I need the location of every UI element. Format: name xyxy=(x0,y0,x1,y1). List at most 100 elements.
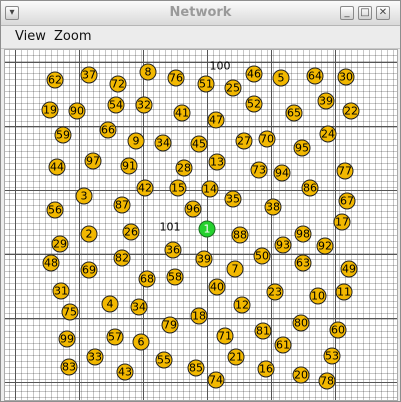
network-node[interactable]: 14 xyxy=(201,180,219,198)
network-node[interactable]: 45 xyxy=(190,135,208,153)
network-node[interactable]: 40 xyxy=(208,278,226,296)
network-node[interactable]: 19 xyxy=(41,101,59,119)
network-node[interactable]: 52 xyxy=(245,95,263,113)
network-node[interactable]: 35 xyxy=(224,190,242,208)
network-node[interactable]: 16 xyxy=(257,360,275,378)
network-node[interactable]: 49 xyxy=(340,260,358,278)
network-node[interactable]: 65 xyxy=(285,104,303,122)
network-node[interactable]: 39 xyxy=(317,92,335,110)
network-node[interactable]: 32 xyxy=(135,96,153,114)
network-node[interactable]: 5 xyxy=(272,69,290,87)
network-node[interactable]: 6 xyxy=(132,333,150,351)
network-node[interactable]: 50 xyxy=(253,247,271,265)
network-node[interactable]: 69 xyxy=(80,261,98,279)
network-node[interactable]: 81 xyxy=(254,322,272,340)
network-node[interactable]: 20 xyxy=(292,366,310,384)
network-node[interactable]: 34 xyxy=(154,134,172,152)
network-node[interactable]: 27 xyxy=(235,132,253,150)
network-node[interactable]: 46 xyxy=(245,65,263,83)
network-node[interactable]: 61 xyxy=(274,336,292,354)
network-node[interactable]: 48 xyxy=(42,254,60,272)
network-node[interactable]: 33 xyxy=(86,348,104,366)
network-node[interactable]: 62 xyxy=(46,71,64,89)
network-node[interactable]: 44 xyxy=(48,158,66,176)
network-node[interactable]: 31 xyxy=(52,282,70,300)
network-node[interactable]: 41 xyxy=(173,104,191,122)
network-node[interactable]: 99 xyxy=(58,330,76,348)
network-node[interactable]: 74 xyxy=(207,371,225,389)
network-node[interactable]: 9 xyxy=(127,132,145,150)
network-node[interactable]: 97 xyxy=(84,152,102,170)
network-node[interactable]: 59 xyxy=(54,126,72,144)
network-node[interactable]: 21 xyxy=(227,348,245,366)
network-node[interactable]: 93 xyxy=(274,236,292,254)
network-node[interactable]: 71 xyxy=(216,327,234,345)
network-node[interactable]: 70 xyxy=(258,130,276,148)
network-node[interactable]: 53 xyxy=(323,347,341,365)
network-node[interactable]: 55 xyxy=(155,351,173,369)
network-node[interactable]: 51 xyxy=(197,75,215,93)
menu-zoom[interactable]: Zoom xyxy=(54,29,91,44)
network-node[interactable]: 90 xyxy=(68,102,86,120)
network-node[interactable]: 39 xyxy=(195,250,213,268)
network-node[interactable]: 86 xyxy=(301,179,319,197)
network-canvas[interactable]: 100 62 37 72 8 76 51 25 46 5 64 30 19 90 54 32 41 52 65 39 2… xyxy=(4,49,398,401)
network-node[interactable]: 43 xyxy=(116,363,134,381)
menu-view[interactable]: View xyxy=(15,29,46,44)
network-node[interactable]: 26 xyxy=(122,223,140,241)
network-node[interactable]: 15 xyxy=(169,179,187,197)
title-bar[interactable]: ▾ Network _ □ ✕ xyxy=(1,1,400,26)
network-node[interactable]: 2 xyxy=(80,225,98,243)
network-node[interactable]: 77 xyxy=(336,162,354,180)
network-node[interactable]: 42 xyxy=(136,179,154,197)
network-node[interactable]: 22 xyxy=(342,102,360,120)
network-node[interactable]: 68 xyxy=(138,270,156,288)
network-node[interactable]: 85 xyxy=(187,359,205,377)
network-node[interactable]: 100 xyxy=(209,58,231,75)
network-node[interactable]: 95 xyxy=(293,139,311,157)
network-node[interactable]: 28 xyxy=(175,159,193,177)
network-node[interactable]: 7 xyxy=(226,260,244,278)
network-node[interactable]: 58 xyxy=(166,268,184,286)
network-node[interactable]: 72 xyxy=(109,75,127,93)
network-node[interactable]: 34 xyxy=(130,298,148,316)
network-node[interactable]: 91 xyxy=(120,157,138,175)
network-node[interactable]: 82 xyxy=(113,249,131,267)
network-node[interactable]: 98 xyxy=(294,225,312,243)
network-node[interactable]: 76 xyxy=(167,69,185,87)
network-node[interactable]: 63 xyxy=(294,254,312,272)
network-node[interactable]: 25 xyxy=(224,79,242,97)
network-node[interactable]: 87 xyxy=(113,196,131,214)
network-node[interactable]: 17 xyxy=(333,213,351,231)
network-node[interactable]: 56 xyxy=(46,201,64,219)
network-node[interactable]: 37 xyxy=(80,66,98,84)
network-node[interactable]: 67 xyxy=(338,192,356,210)
network-node[interactable]: 57 xyxy=(106,328,124,346)
network-node[interactable]: 13 xyxy=(208,153,226,171)
network-node[interactable]: 23 xyxy=(266,283,284,301)
network-node[interactable]: 75 xyxy=(61,303,79,321)
network-node[interactable]: 10 xyxy=(309,287,327,305)
network-node[interactable]: 30 xyxy=(337,68,355,86)
network-node[interactable]: 88 xyxy=(231,226,249,244)
network-node[interactable]: 47 xyxy=(207,111,225,129)
network-node[interactable]: 29 xyxy=(51,235,69,253)
network-node[interactable]: 79 xyxy=(161,316,179,334)
network-node[interactable]: 83 xyxy=(60,358,78,376)
network-node[interactable]: 24 xyxy=(319,125,337,143)
network-node[interactable]: 1 xyxy=(198,220,216,238)
network-node[interactable]: 96 xyxy=(184,200,202,218)
network-node[interactable]: 94 xyxy=(273,164,291,182)
network-node[interactable]: 12 xyxy=(233,296,251,314)
close-button[interactable]: ✕ xyxy=(376,6,390,20)
network-node[interactable]: 73 xyxy=(250,161,268,179)
network-node[interactable]: 80 xyxy=(292,314,310,332)
network-node[interactable]: 36 xyxy=(164,241,182,259)
network-node[interactable]: 8 xyxy=(139,63,157,81)
network-node[interactable]: 78 xyxy=(318,372,336,390)
network-node[interactable]: 3 xyxy=(75,187,93,205)
network-node[interactable]: 101 xyxy=(159,219,181,236)
maximize-button[interactable]: □ xyxy=(358,6,372,20)
network-node[interactable]: 66 xyxy=(99,121,117,139)
network-node[interactable]: 54 xyxy=(107,96,125,114)
